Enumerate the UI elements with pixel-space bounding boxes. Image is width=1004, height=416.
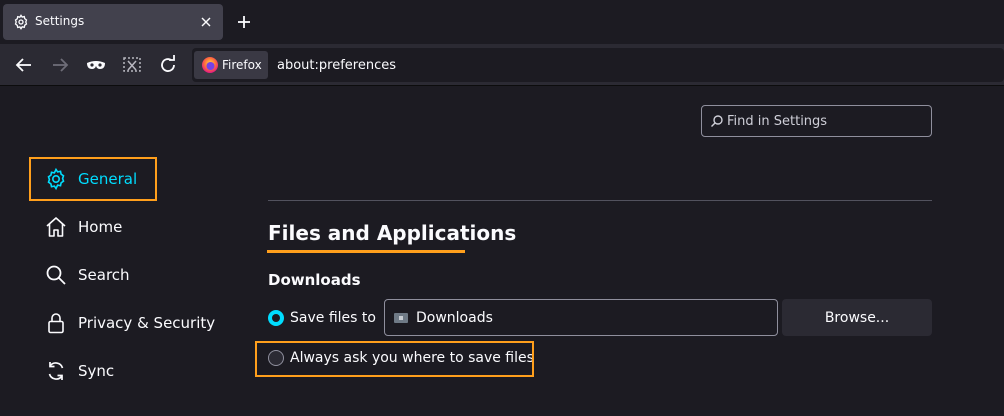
- sidebar-item-search[interactable]: Search: [30, 253, 230, 297]
- tab-strip: Settings: [0, 0, 1004, 44]
- nav-bar: Firefox about:preferences: [0, 44, 1004, 86]
- sidebar-item-label: Sync: [78, 362, 115, 380]
- forward-arrow-icon[interactable]: [49, 54, 71, 76]
- identity-label: Firefox: [222, 58, 262, 72]
- sidebar-item-label: Privacy & Security: [78, 314, 216, 332]
- lock-icon: [48, 313, 64, 334]
- screenshot-icon[interactable]: [121, 54, 143, 76]
- sync-icon: [48, 362, 64, 380]
- close-icon[interactable]: [199, 15, 213, 29]
- find-in-settings-box[interactable]: [701, 105, 932, 137]
- tab-settings[interactable]: Settings: [3, 4, 223, 40]
- url-text[interactable]: about:preferences: [277, 58, 396, 73]
- always-ask-highlight-box: [255, 341, 534, 377]
- title-highlight-underline: [267, 250, 465, 253]
- gear-icon: [14, 14, 28, 30]
- sidebar-item-label: Search: [78, 266, 130, 284]
- sidebar-item-home[interactable]: Home: [30, 205, 230, 249]
- download-folder-field[interactable]: Downloads: [384, 299, 778, 336]
- search-icon: [46, 265, 66, 285]
- section-title: Files and Applications: [268, 221, 517, 245]
- download-folder-name: Downloads: [416, 310, 493, 326]
- section-divider: [268, 200, 932, 201]
- home-icon: [46, 217, 66, 237]
- url-bar[interactable]: Firefox about:preferences: [192, 48, 1004, 82]
- plus-icon[interactable]: [234, 12, 254, 32]
- sidebar-item-label: Home: [78, 218, 123, 236]
- search-icon: [711, 115, 723, 127]
- sidebar-item-sync[interactable]: Sync: [30, 349, 230, 393]
- sidebar-item-privacy[interactable]: Privacy & Security: [30, 301, 230, 345]
- reload-icon[interactable]: [157, 54, 179, 76]
- downloads-heading: Downloads: [268, 271, 361, 289]
- general-highlight-box: [29, 157, 157, 201]
- tab-title: Settings: [35, 14, 85, 28]
- search-input[interactable]: [727, 111, 927, 131]
- firefox-logo-icon: [202, 57, 218, 73]
- browse-button[interactable]: Browse...: [782, 299, 932, 336]
- folder-icon: [394, 313, 408, 323]
- save-files-label[interactable]: Save files to: [290, 310, 376, 326]
- mask-icon[interactable]: [85, 54, 107, 76]
- identity-box[interactable]: Firefox: [194, 51, 268, 79]
- back-arrow-icon[interactable]: [13, 54, 35, 76]
- save-files-radio[interactable]: [268, 310, 284, 326]
- preferences-page: General Home Search Privacy & Security S…: [0, 87, 1004, 416]
